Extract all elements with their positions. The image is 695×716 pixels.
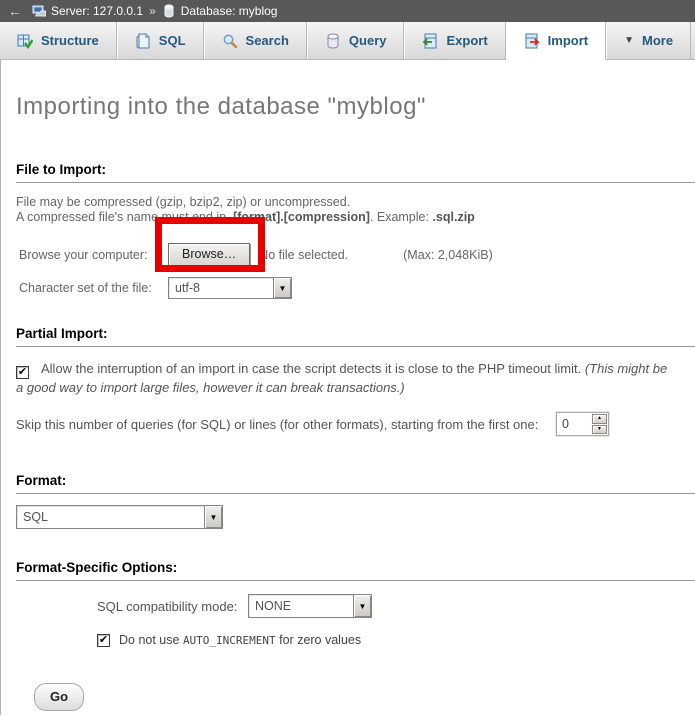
tab-search[interactable]: Search [204,22,307,59]
sql-icon [135,33,151,49]
charset-row: Character set of the file: utf-8 ▼ [19,277,695,299]
breadcrumb-database[interactable]: Database: myblog [162,4,278,18]
allow-interruption-checkbox[interactable]: ✔ [16,366,29,379]
browse-label: Browse your computer: [19,248,168,262]
import-icon [524,33,540,49]
section-file-to-import: File to Import: File may be compressed (… [16,162,695,299]
auto-increment-row: ✔ Do not use AUTO_INCREMENT for zero val… [97,633,695,647]
breadcrumb-database-label: Database: myblog [181,4,278,18]
spinner-down-icon[interactable]: ▼ [592,425,607,435]
import-page: Importing into the database "myblog" Fil… [0,60,695,715]
tab-label: Search [246,33,289,48]
sql-compat-row: SQL compatibility mode: NONE ▼ [97,594,695,618]
skip-queries-row: Skip this number of queries (for SQL) or… [16,412,695,436]
charset-select[interactable]: utf-8 ▼ [168,277,292,299]
auto-increment-checkbox[interactable]: ✔ [97,634,110,647]
tab-export[interactable]: Export [404,22,505,59]
format-options-heading: Format-Specific Options: [16,560,695,581]
sql-compat-label: SQL compatibility mode: [97,599,248,614]
section-format: Format: SQL ▼ [16,473,695,529]
no-file-text: No file selected. [259,248,348,262]
charset-label: Character set of the file: [19,281,168,295]
spinner-up-icon[interactable]: ▲ [592,414,607,424]
search-icon [222,33,238,49]
back-arrow-icon[interactable]: ← [4,3,26,19]
allow-interruption-label: Allow the interruption of an import in c… [41,361,585,376]
structure-icon [17,33,33,49]
skip-queries-label: Skip this number of queries (for SQL) or… [16,417,556,432]
tab-structure[interactable]: Structure [0,22,117,59]
tab-bar: Structure SQL Search Query Export Import… [0,22,695,60]
skip-queries-input[interactable]: 0 ▲ ▼ [556,412,609,436]
tab-import[interactable]: Import [506,22,606,60]
export-icon [422,33,438,49]
go-button[interactable]: Go [34,683,84,711]
page-title: Importing into the database "myblog" [16,60,695,121]
tab-label: SQL [159,33,186,48]
dropdown-arrow-icon[interactable]: ▼ [353,595,371,617]
server-icon [32,4,46,18]
breadcrumb-separator: » [149,4,156,18]
tab-sql[interactable]: SQL [117,22,204,59]
tab-label: Query [349,33,387,48]
skip-queries-value[interactable]: 0 [557,413,591,435]
sql-compat-value: NONE [249,595,353,617]
browse-button[interactable]: Browse… [168,243,250,266]
database-icon [162,4,176,18]
format-value: SQL [17,506,204,528]
max-size-text: (Max: 2,048KiB) [403,248,493,262]
browse-row: Browse your computer: Browse… No file se… [19,243,695,266]
tab-label: Export [446,33,487,48]
section-format-options: Format-Specific Options: SQL compatibili… [16,560,695,647]
section-partial-import: Partial Import: ✔ Allow the interruption … [16,326,695,436]
allow-interruption-row: ✔ Allow the interruption of an import in … [16,360,695,397]
tab-label: More [642,33,673,48]
tab-label: Structure [41,33,99,48]
breadcrumb-server-label: Server: 127.0.0.1 [51,4,143,18]
partial-import-heading: Partial Import: [16,326,695,347]
tab-label: Import [548,33,588,48]
file-to-import-heading: File to Import: [16,162,695,183]
breadcrumb-server[interactable]: Server: 127.0.0.1 [32,4,143,18]
format-select[interactable]: SQL ▼ [16,505,223,529]
tab-query[interactable]: Query [307,22,405,59]
format-heading: Format: [16,473,695,494]
dropdown-arrow-icon[interactable]: ▼ [273,278,291,298]
sql-compat-select[interactable]: NONE ▼ [248,594,372,618]
compression-hint: File may be compressed (gzip, bzip2, zip… [16,195,695,225]
dropdown-arrow-icon[interactable]: ▼ [204,506,222,528]
chevron-down-icon: ▼ [624,35,634,46]
tab-more[interactable]: ▼ More [606,22,691,59]
query-icon [325,33,341,49]
auto-increment-label: Do not use AUTO_INCREMENT for zero value… [119,633,361,647]
breadcrumb-bar: ← Server: 127.0.0.1 » Database: myblog [0,0,695,22]
charset-value: utf-8 [169,278,273,298]
